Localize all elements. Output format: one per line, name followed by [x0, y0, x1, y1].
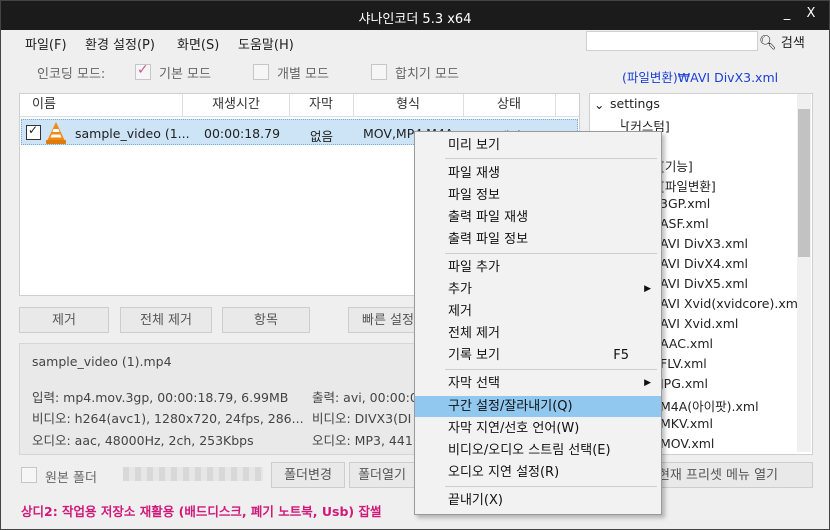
window-title: 샤나인코더 5.3 x64	[358, 12, 472, 27]
tree-item[interactable]: MKV.xml	[660, 416, 713, 431]
remove-all-button[interactable]: 전체 제거	[120, 307, 212, 333]
merge-mode-label: 합치기 모드	[395, 67, 459, 82]
menu-item-add-file[interactable]: 파일 추가	[415, 257, 661, 278]
menu-item-file-info[interactable]: 파일 정보	[415, 185, 661, 206]
menu-settings[interactable]: 환경 설정(P)	[85, 34, 155, 53]
tree-item[interactable]: AVI DivX5.xml	[660, 276, 748, 291]
info-filename: sample_video (1).mp4	[32, 354, 172, 369]
row-subtitle: 없음	[310, 129, 334, 144]
menu-item-exit[interactable]: 끝내기(X)	[415, 490, 661, 511]
source-folder-checkbox[interactable]	[21, 467, 37, 483]
merge-mode-checkbox[interactable]	[371, 64, 387, 80]
menu-item-play-output[interactable]: 출력 파일 재생	[415, 207, 661, 228]
info-input: 입력: mp4.mov.3gp, 00:00:18.79, 6.99MB	[32, 390, 289, 405]
tree-item[interactable]: ASF.xml	[660, 216, 709, 231]
basic-mode-label: 기본 모드	[159, 67, 211, 82]
tree-item[interactable]: M4A(아이팟).xml	[660, 396, 759, 415]
column-status[interactable]: 상태	[463, 94, 556, 116]
tree-item[interactable]: 3GP.xml	[660, 196, 710, 211]
search-input[interactable]	[586, 31, 758, 51]
menu-separator	[445, 486, 657, 487]
row-name: sample_video (1...	[75, 126, 190, 141]
vlc-cone-icon	[46, 122, 66, 144]
source-folder-label: 원본 폴더	[45, 471, 97, 486]
minimize-button[interactable]: _	[777, 6, 797, 21]
menu-item-cut[interactable]: 구간 설정/잘라내기(Q)	[415, 396, 661, 417]
menu-item-play-file[interactable]: 파일 재생	[415, 163, 661, 184]
menu-item-audio-delay[interactable]: 오디오 지연 설정(R)	[415, 462, 661, 483]
tree-item[interactable]: JPG.xml	[660, 376, 708, 391]
tree-item[interactable]: AVI DivX4.xml	[660, 256, 748, 271]
open-folder-button[interactable]: 폴더열기	[349, 462, 415, 488]
main-window: 샤나인코더 5.3 x64 _ X 파일(F) 환경 설정(P) 화면(S) 도…	[0, 0, 830, 530]
submenu-arrow-icon: ▶	[644, 378, 651, 388]
individual-mode-checkbox[interactable]	[253, 64, 269, 80]
change-folder-button[interactable]: 폴더변경	[271, 462, 345, 488]
status-text: 상디2: 작업용 저장소 재활용 (배드디스크, 폐기 노트북, Usb) 잡썰	[21, 504, 382, 519]
column-format[interactable]: 형식	[353, 94, 464, 116]
row-checkbox[interactable]	[26, 123, 41, 140]
tree-item[interactable]: MOV.xml	[660, 436, 714, 451]
info-video-out: 비디오: DIVX3(DI	[312, 411, 412, 426]
info-audio-out: 오디오: MP3, 441	[312, 433, 413, 448]
tree-item[interactable]: FLV.xml	[660, 356, 707, 371]
tree-item[interactable]: AAC.xml	[660, 336, 713, 351]
info-audio-in: 오디오: aac, 48000Hz, 2ch, 253Kbps	[32, 433, 254, 448]
menu-file[interactable]: 파일(F)	[25, 34, 67, 53]
header-divider	[20, 116, 579, 117]
tree-expander-icon[interactable]: ⌄	[594, 97, 604, 112]
menu-item-remove[interactable]: 제거	[415, 301, 661, 322]
tree-item[interactable]: AVI DivX3.xml	[660, 236, 748, 251]
context-menu: 미리 보기 파일 재생 파일 정보 출력 파일 재생 출력 파일 정보 파일 추…	[414, 131, 662, 515]
close-button[interactable]: X	[801, 6, 821, 21]
menu-item-history[interactable]: 기록 보기 F5	[415, 345, 661, 366]
title-bar: 샤나인코더 5.3 x64 _ X	[1, 1, 829, 30]
info-video-in: 비디오: h264(avc1), 1280x720, 24fps, 286...	[32, 411, 304, 426]
search-icon: 🔍︎	[759, 35, 777, 51]
column-duration[interactable]: 재생시간	[183, 94, 290, 116]
encoding-mode-label: 인코딩 모드:	[37, 67, 106, 82]
column-subtitle[interactable]: 자막	[289, 94, 354, 116]
folder-path-blurred	[123, 467, 263, 481]
remove-button[interactable]: 제거	[19, 307, 109, 333]
menu-item-subtitle-select[interactable]: 자막 선택 ▶	[415, 373, 661, 394]
tree-item[interactable]: settings	[610, 96, 660, 111]
tree-item[interactable]: AVI Xvid(xvidcore).xml	[660, 296, 801, 311]
info-output: 출력: avi, 00:00:0	[312, 390, 418, 405]
menu-separator	[445, 369, 657, 370]
menu-item-remove-all[interactable]: 전체 제거	[415, 323, 661, 344]
tree-scrollbar-thumb[interactable]	[798, 109, 810, 257]
menu-item-stream-select[interactable]: 비디오/오디오 스트림 선택(E)	[415, 440, 661, 461]
item-button[interactable]: 항목	[222, 307, 310, 333]
preset-path-link[interactable]: (파일변환)₩AVI DivX3.xml	[622, 67, 778, 86]
menu-view[interactable]: 화면(S)	[177, 34, 219, 53]
row-duration: 00:00:18.79	[204, 126, 281, 141]
basic-mode-checkbox[interactable]	[135, 62, 151, 80]
menu-separator	[445, 158, 657, 159]
tree-item[interactable]: [기능]	[660, 156, 693, 175]
menu-separator	[445, 253, 657, 254]
menu-item-preview[interactable]: 미리 보기	[415, 135, 661, 156]
search-label: 검색	[780, 36, 805, 51]
menu-item-subtitle-delay[interactable]: 자막 지연/선호 언어(W)	[415, 418, 661, 439]
menu-item-add[interactable]: 추가 ▶	[415, 279, 661, 300]
menu-help[interactable]: 도움말(H)	[238, 34, 294, 53]
menu-item-output-info[interactable]: 출력 파일 정보	[415, 229, 661, 250]
search-button[interactable]: 🔍︎ 검색	[759, 32, 805, 51]
individual-mode-label: 개별 모드	[277, 67, 329, 82]
tree-item[interactable]: AVI Xvid.xml	[660, 316, 738, 331]
column-name[interactable]: 이름	[20, 94, 183, 116]
submenu-arrow-icon: ▶	[644, 284, 651, 294]
tree-item[interactable]: [파일변환]	[660, 176, 716, 195]
